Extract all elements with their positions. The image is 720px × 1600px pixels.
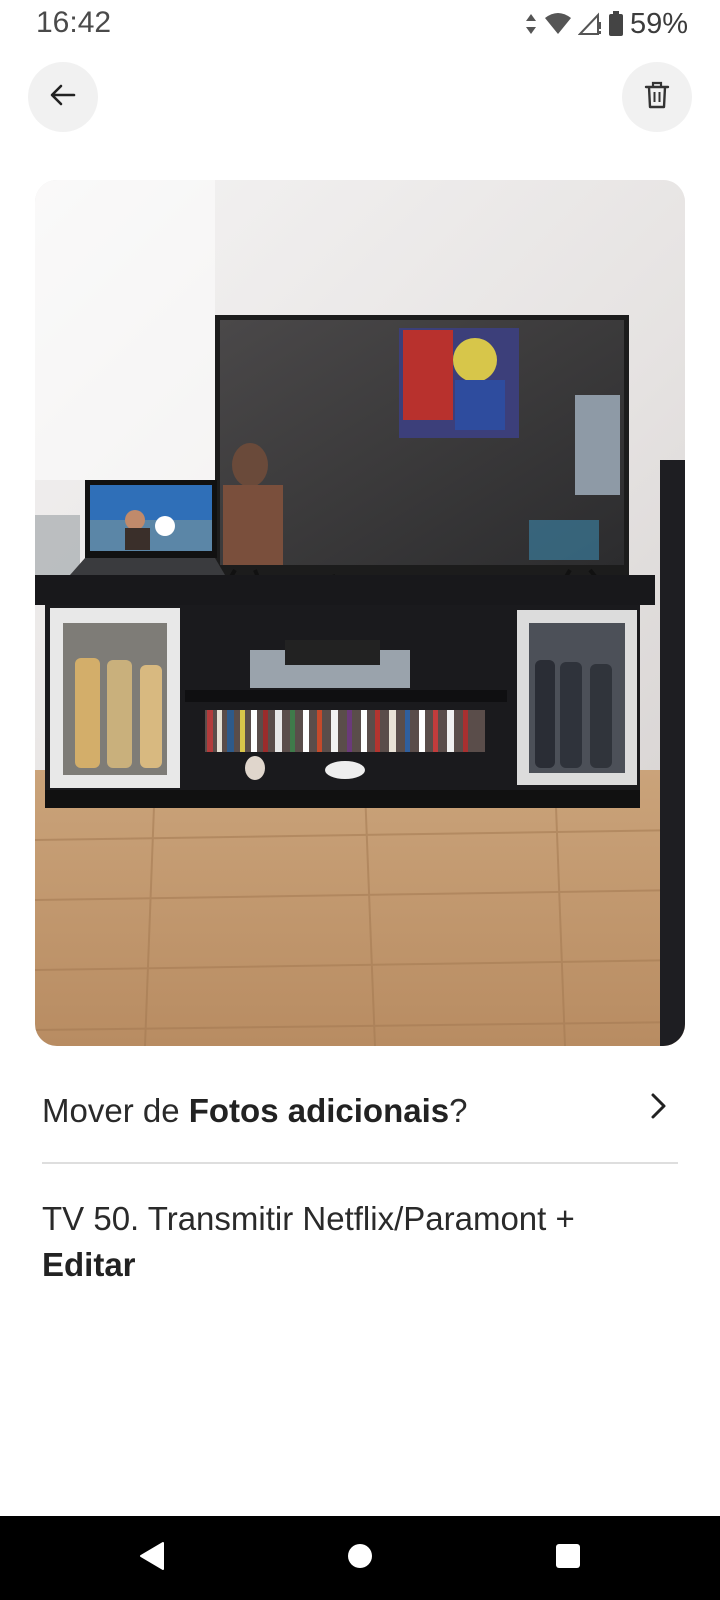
delete-button[interactable] [622, 62, 692, 132]
move-album-text: Mover de Fotos adicionais? [42, 1092, 467, 1130]
trash-icon [643, 80, 671, 115]
signal-icon [577, 12, 602, 36]
battery-icon [608, 11, 624, 37]
back-button[interactable] [28, 62, 98, 132]
circle-home-icon [346, 1542, 374, 1575]
wifi-icon [544, 12, 572, 36]
move-suffix: ? [449, 1092, 468, 1129]
edit-caption-button[interactable]: Editar [42, 1242, 682, 1288]
photo-caption: TV 50. Transmitir Netflix/Paramont + Edi… [42, 1196, 682, 1288]
data-arrows-icon [524, 12, 538, 36]
navigation-bar [0, 1516, 720, 1600]
caption-text: TV 50. Transmitir Netflix/Paramont + [42, 1200, 575, 1237]
move-album-row[interactable]: Mover de Fotos adicionais? [42, 1082, 678, 1142]
listing-photo[interactable] [35, 180, 685, 1046]
nav-back-button[interactable] [132, 1538, 172, 1578]
status-bar: 16:42 59% [0, 0, 720, 50]
status-icons: 59% [524, 6, 688, 42]
nav-home-button[interactable] [340, 1538, 380, 1578]
photo-detail-screen: 16:42 59% Mover de Fotos adicionais? TV … [0, 0, 720, 1600]
nav-recents-button[interactable] [548, 1538, 588, 1578]
arrow-left-icon [48, 80, 78, 115]
album-name: Fotos adicionais [188, 1092, 450, 1129]
chevron-right-icon [638, 1086, 678, 1126]
divider [42, 1162, 678, 1164]
status-time: 16:42 [36, 6, 112, 39]
move-prefix: Mover de [42, 1092, 189, 1129]
square-recents-icon [554, 1542, 582, 1575]
battery-percentage: 59% [629, 7, 688, 40]
triangle-back-icon [137, 1540, 167, 1577]
